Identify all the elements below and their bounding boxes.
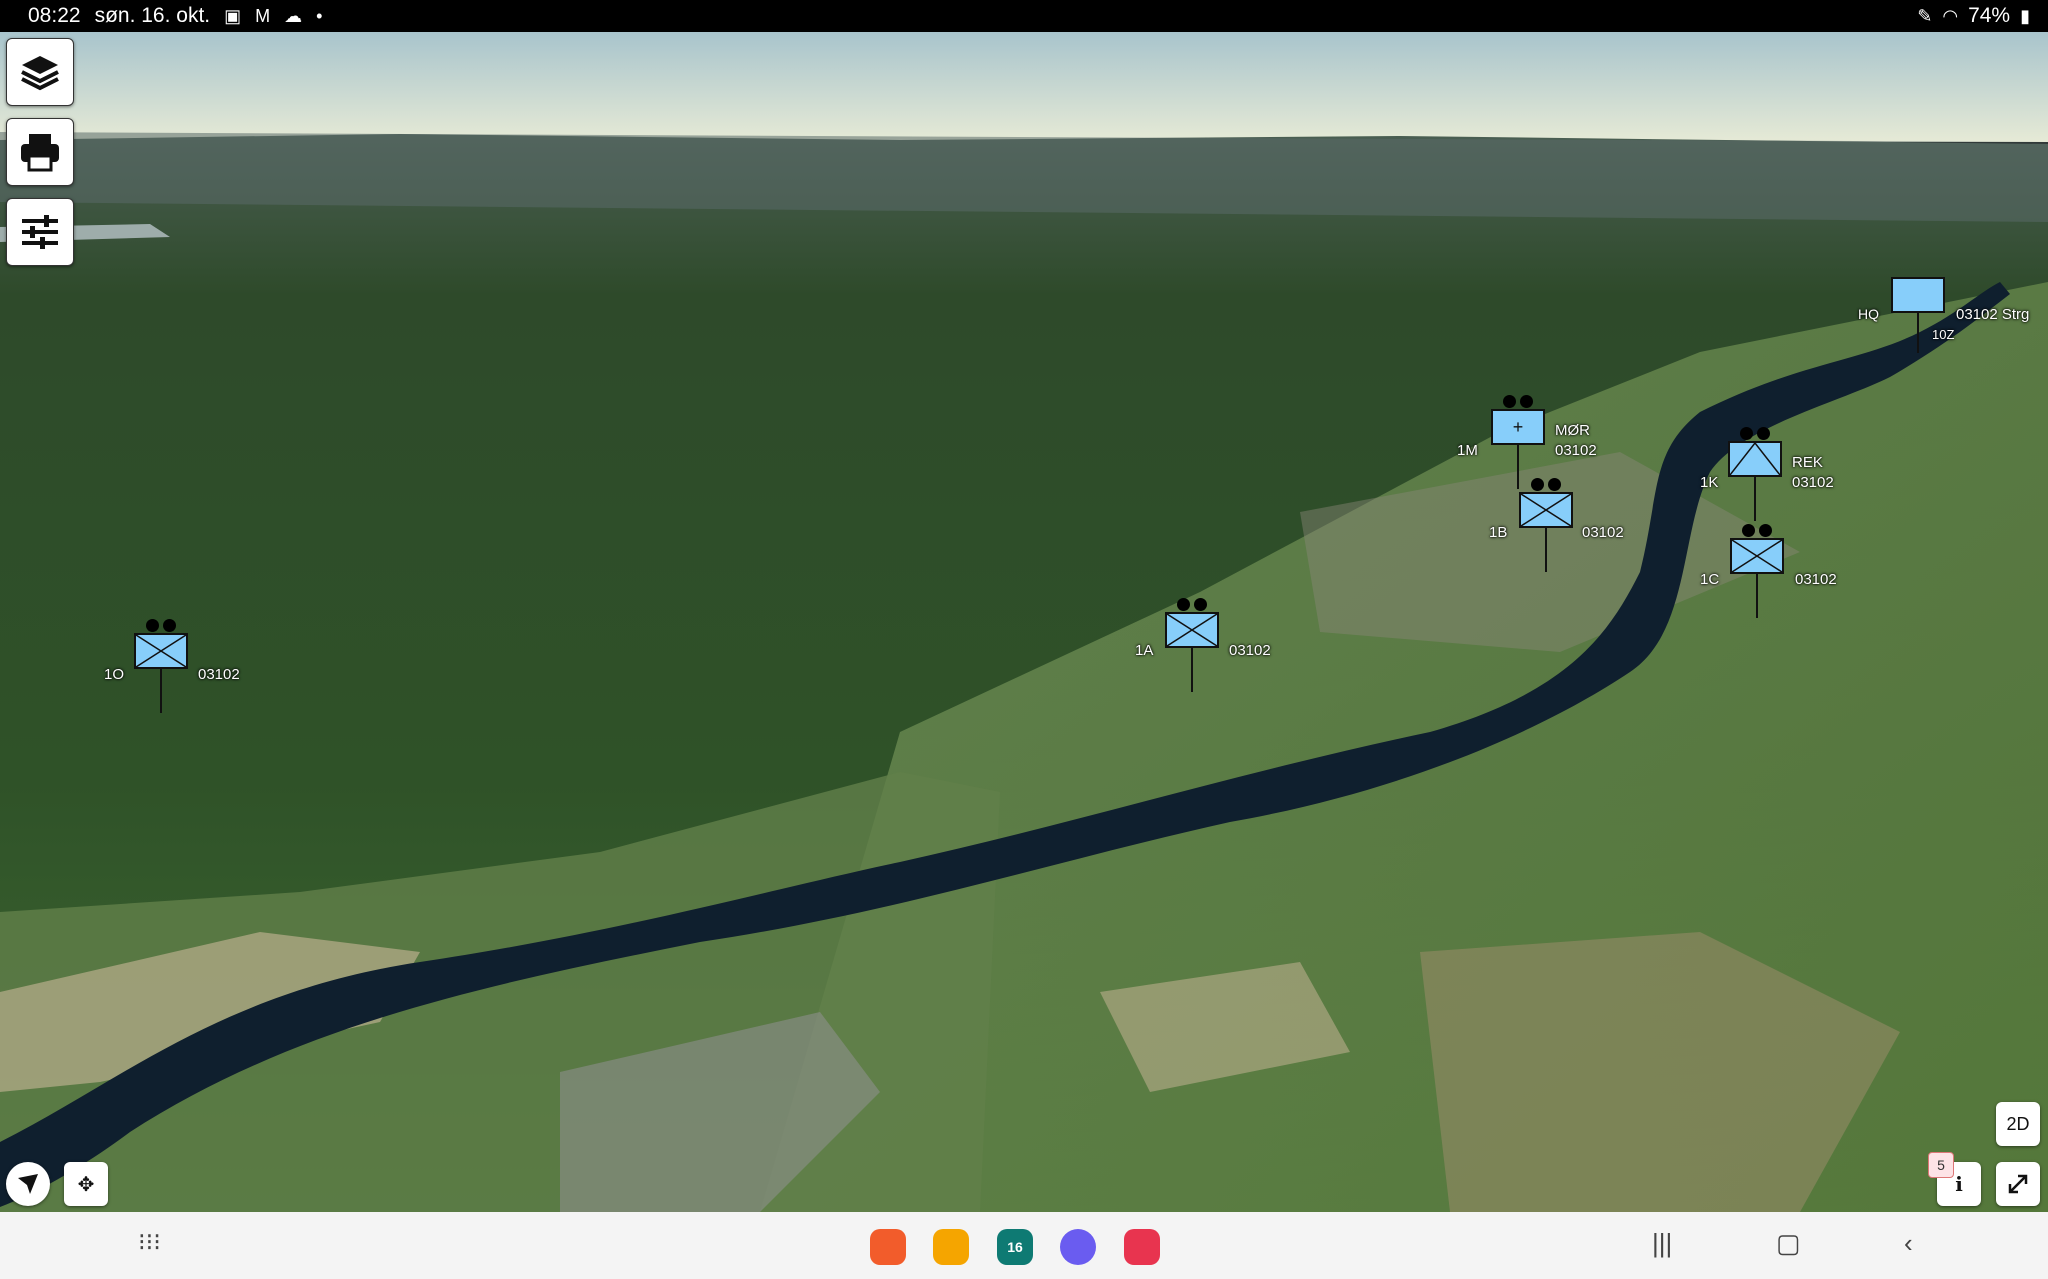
calendar-app-icon[interactable]: 16 <box>997 1229 1033 1265</box>
app-icon-4[interactable] <box>1060 1229 1096 1265</box>
gmail-icon: M <box>255 6 271 26</box>
unit-code-label: 03102 <box>1582 524 1624 541</box>
unit-symbol <box>1728 441 1782 477</box>
unit-id-label: 1O <box>104 666 125 683</box>
unit-id-label: 1M <box>1457 442 1478 459</box>
infantry-icon <box>1521 494 1571 526</box>
medical-cross-icon: + <box>1512 416 1524 437</box>
unit-size-indicator <box>1742 524 1772 538</box>
status-bar: 08:22 søn. 16. okt. ▣ M ☁ • ✎ ◠ 74% ▮ <box>0 0 2048 32</box>
unit-size-indicator <box>1177 598 1207 612</box>
unit-stem <box>1756 574 1758 618</box>
layers-icon <box>21 56 59 91</box>
unit-id-label: 1B <box>1489 524 1508 541</box>
wifi-icon: ◠ <box>1942 6 1959 26</box>
infantry-icon <box>136 635 186 667</box>
pan-button[interactable]: ✥ <box>64 1162 108 1206</box>
battery-level: 74% <box>1968 4 2011 27</box>
unit-symbol <box>1519 492 1573 528</box>
navigation-bar: ⁝⁝⁝ 16 ||| ▢ ‹ <box>0 1212 2048 1279</box>
unit-stem <box>1545 528 1547 572</box>
unit-code-label: 03102 <box>1792 474 1834 491</box>
recon-icon <box>1730 443 1780 475</box>
unit-size-indicator <box>1503 395 1533 409</box>
apps-grid-icon[interactable]: ⁝⁝⁝ <box>138 1228 161 1257</box>
unit-size-indicator <box>146 619 176 633</box>
print-icon <box>21 134 59 172</box>
unit-marker-1b[interactable] <box>1506 478 1586 598</box>
print-button[interactable] <box>6 118 74 186</box>
recent-apps-icon[interactable]: ||| <box>1652 1228 1672 1259</box>
unit-marker-1c[interactable] <box>1717 524 1797 644</box>
unit-code-label: 03102 <box>1795 571 1837 588</box>
dot-icon: • <box>316 6 323 26</box>
date: søn. 16. okt. <box>94 4 211 27</box>
back-icon[interactable]: ‹ <box>1904 1228 1913 1259</box>
unit-stem <box>1917 313 1919 353</box>
unit-id-label: 1C <box>1700 571 1720 588</box>
unit-code-label: 10Z <box>1932 327 1955 342</box>
unit-marker-1o[interactable] <box>121 619 201 739</box>
sliders-icon <box>22 215 58 249</box>
unit-stem <box>160 669 162 713</box>
unit-symbol <box>134 633 188 669</box>
gallery-icon: ▣ <box>224 6 242 26</box>
unit-id-label: 1A <box>1135 642 1154 659</box>
app-icon-1[interactable] <box>870 1229 906 1265</box>
locate-button[interactable] <box>6 1162 50 1206</box>
unit-id-label: 1K <box>1700 474 1719 491</box>
app-icon-2[interactable] <box>933 1229 969 1265</box>
unit-symbol: + <box>1491 409 1545 445</box>
home-icon[interactable]: ▢ <box>1776 1228 1801 1259</box>
unit-id-label: HQ <box>1858 306 1879 322</box>
map-3d-view[interactable]: 1O 03102 1A 03102 + 1M MØR 03102 1B 0310… <box>0 32 2048 1212</box>
clock: 08:22 <box>28 4 81 27</box>
unit-name-label: 03102 Strg <box>1956 306 2030 323</box>
unit-symbol <box>1891 277 1945 313</box>
unit-name-label: REK <box>1792 454 1823 471</box>
layers-button[interactable] <box>6 38 74 106</box>
infantry-icon <box>1167 614 1217 646</box>
pen-icon: ✎ <box>1917 6 1933 26</box>
unit-size-indicator <box>1740 427 1770 441</box>
unit-code-label: 03102 <box>1555 442 1597 459</box>
calendar-day: 16 <box>1007 1239 1023 1255</box>
settings-button[interactable] <box>6 198 74 266</box>
weather-icon: ☁ <box>284 6 303 26</box>
unit-name-label: MØR <box>1555 422 1590 439</box>
unit-size-indicator <box>1531 478 1561 492</box>
camera-app-icon[interactable] <box>1124 1229 1160 1265</box>
navigation-arrow-icon <box>18 1174 38 1194</box>
unit-stem <box>1754 477 1756 521</box>
move-icon: ✥ <box>77 1173 95 1196</box>
unit-symbol <box>1730 538 1784 574</box>
unit-marker-1a[interactable] <box>1152 598 1232 718</box>
unit-code-label: 03102 <box>198 666 240 683</box>
infantry-icon <box>1732 540 1782 572</box>
unit-stem <box>1191 648 1193 692</box>
info-icon: i <box>1955 1172 1963 1196</box>
unit-code-label: 03102 <box>1229 642 1271 659</box>
fullscreen-button[interactable] <box>1996 1162 2040 1206</box>
unit-symbol <box>1165 612 1219 648</box>
expand-icon <box>2008 1174 2028 1194</box>
view-mode-toggle[interactable]: 2D <box>1996 1102 2040 1146</box>
battery-icon: ▮ <box>2020 6 2030 26</box>
notification-badge: 5 <box>1928 1152 1954 1178</box>
